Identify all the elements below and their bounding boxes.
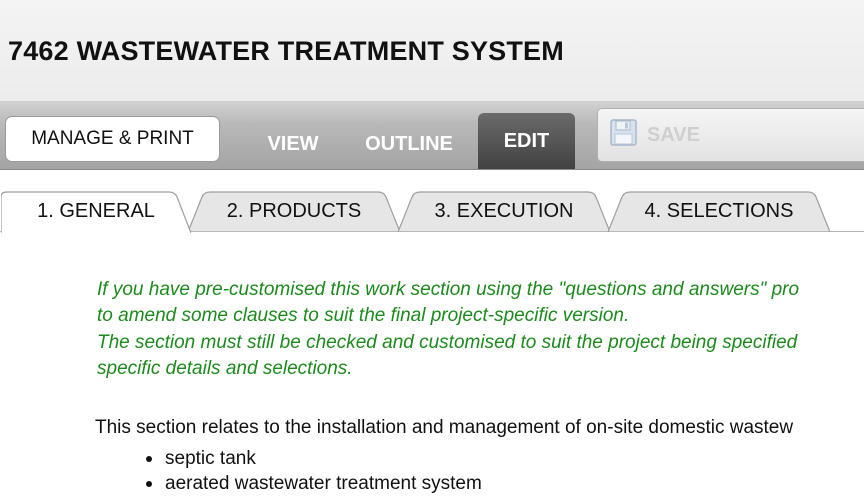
customisation-note: If you have pre-customised this work sec…: [97, 277, 864, 382]
section-intro: This section relates to the installation…: [95, 417, 794, 438]
tab-selections-label: 4. SELECTIONS: [644, 200, 794, 222]
note-line: specific details and selections.: [97, 357, 353, 379]
tab-execution[interactable]: 3. EXECUTION: [398, 191, 610, 232]
floppy-disk-icon: [610, 119, 637, 151]
toolbar: MANAGE & PRINT VIEW OUTLINE EDIT SAVE: [0, 101, 864, 170]
page-title: 7462 WASTEWATER TREATMENT SYSTEM: [8, 36, 564, 66]
mode-tab-view[interactable]: VIEW: [246, 119, 340, 169]
note-line: The section must still be checked and cu…: [97, 331, 798, 353]
save-label: SAVE: [647, 123, 700, 146]
note-line: to amend some clauses to suit the final …: [97, 305, 630, 327]
tab-selections[interactable]: 4. SELECTIONS: [608, 191, 830, 232]
tab-products[interactable]: 2. PRODUCTS: [188, 191, 400, 232]
save-button[interactable]: SAVE: [610, 119, 700, 151]
tab-products-label: 2. PRODUCTS: [226, 200, 362, 222]
system-type-list: septic tank aerated wastewater treatment…: [142, 446, 482, 496]
header-bar: 7462 WASTEWATER TREATMENT SYSTEM: [0, 0, 864, 101]
tab-general-label: 1. GENERAL: [37, 200, 155, 222]
list-item: aerated wastewater treatment system: [142, 471, 482, 496]
list-item: septic tank: [142, 446, 482, 471]
mode-tab-edit[interactable]: EDIT: [478, 113, 575, 169]
mode-tab-outline[interactable]: OUTLINE: [352, 119, 466, 169]
save-panel: SAVE: [597, 108, 864, 162]
manage-print-button[interactable]: MANAGE & PRINT: [5, 116, 220, 162]
tab-general[interactable]: 1. GENERAL: [1, 191, 191, 233]
tab-execution-label: 3. EXECUTION: [434, 200, 574, 222]
note-line: If you have pre-customised this work sec…: [97, 279, 800, 300]
